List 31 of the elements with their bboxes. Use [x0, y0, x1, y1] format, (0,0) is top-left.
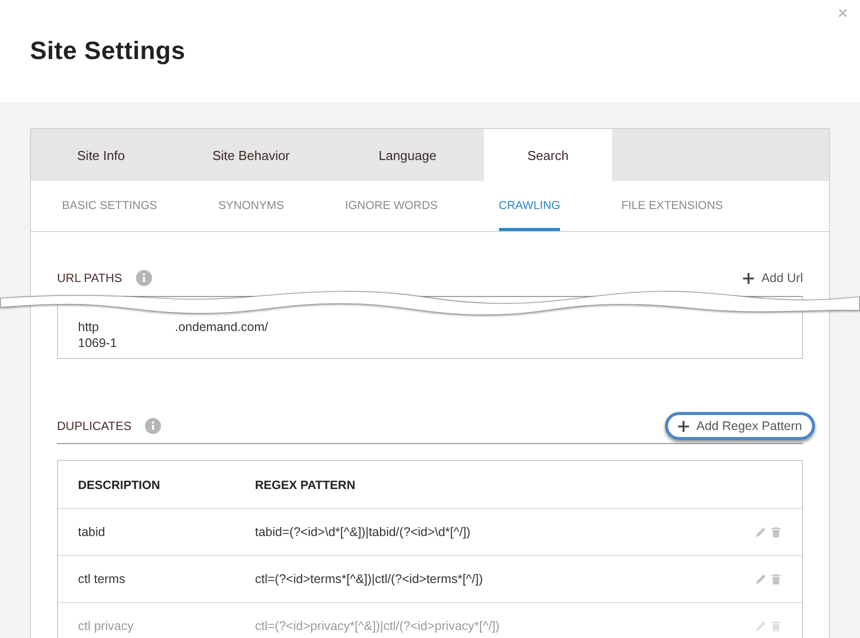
- subtab[interactable]: CRAWLING: [498, 181, 560, 231]
- trash-icon[interactable]: [770, 620, 782, 632]
- table-cell-text: tabid: [78, 525, 106, 539]
- tab[interactable]: Language: [331, 129, 484, 181]
- column-header: DESCRIPTION: [78, 478, 162, 492]
- table-cell-text: ctl=(?<id>privacy*[^&])|ctl/(?<id>privacy*[^/]): [255, 619, 501, 633]
- table-cell-text: ctl=(?<id>terms*[^&])|ctl/(?<id>terms*[^/]): [255, 572, 484, 586]
- tab[interactable]: Site Info: [31, 129, 171, 181]
- section-title: DUPLICATES: [57, 419, 132, 433]
- info-icon[interactable]: [145, 418, 162, 434]
- url-text: .ondemand.com/: [174, 319, 268, 335]
- url-text: 1069-1: [78, 335, 118, 351]
- table-cell-text: ctl privacy: [78, 619, 135, 633]
- pencil-icon[interactable]: [755, 526, 767, 538]
- url-text: http: [78, 319, 99, 335]
- trash-icon[interactable]: [770, 526, 782, 538]
- add-url-button[interactable]: Add Url: [743, 269, 803, 287]
- table-cell-text: tabid=(?<id>\d*[^&])|tabid/(?<id>\d*[^/]): [255, 525, 472, 539]
- plus-icon: [743, 272, 754, 284]
- tab[interactable]: Site Behavior: [171, 129, 331, 181]
- table-cell-text: ctl terms: [78, 572, 126, 586]
- window-title: Site Settings: [30, 36, 186, 66]
- pencil-icon[interactable]: [755, 573, 767, 585]
- section-title: URL PATHS: [57, 271, 122, 285]
- pencil-icon[interactable]: [755, 620, 767, 632]
- info-icon[interactable]: [136, 270, 152, 286]
- column-header: REGEX PATTERN: [255, 478, 356, 492]
- add-regex-pattern-button[interactable]: Add Regex Pattern: [665, 412, 815, 440]
- trash-icon[interactable]: [770, 573, 782, 585]
- tab[interactable]: Search: [484, 129, 612, 181]
- plus-icon: [678, 420, 690, 432]
